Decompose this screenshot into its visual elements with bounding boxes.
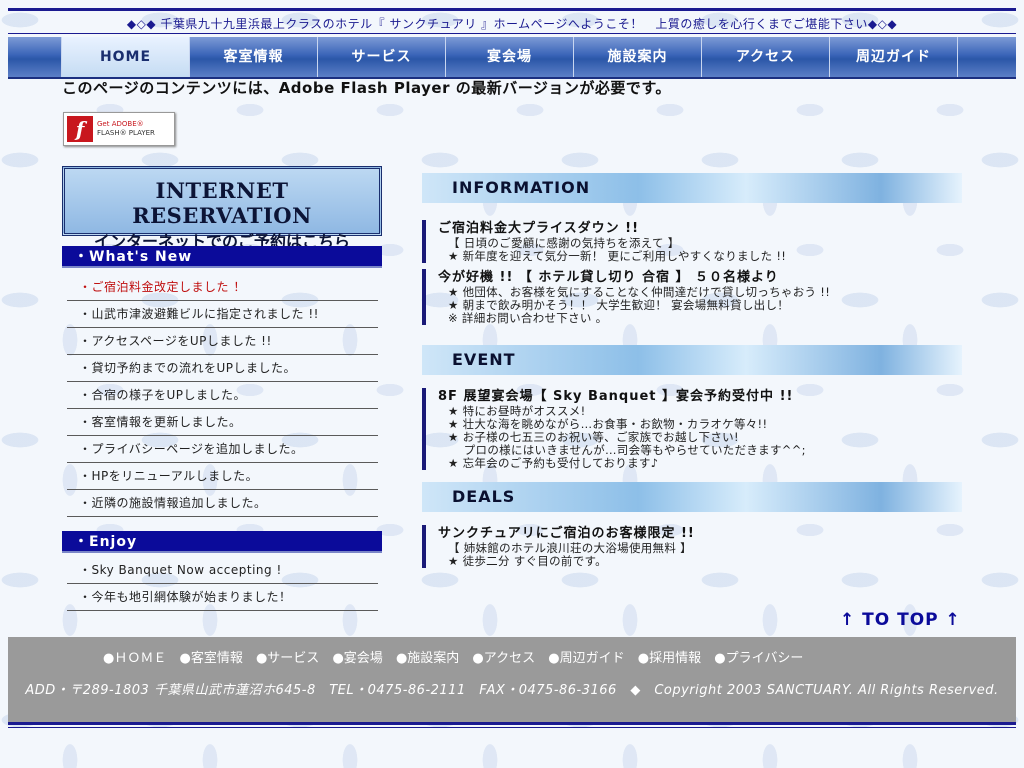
- footer-link-home[interactable]: ●ＨＯＭＥ: [103, 651, 166, 666]
- enjoy-item[interactable]: ・Sky Banquet Now accepting !: [67, 557, 378, 584]
- information-heading: INFORMATION: [422, 173, 962, 203]
- footer-links: ●ＨＯＭＥ ●客室情報 ●サービス ●宴会場 ●施設案内 ●アクセス ●周辺ガイ…: [8, 647, 1016, 666]
- info-entry: ご宿泊料金大プライスダウン !! 【 日頃のご愛顧に感謝の気持ちを添えて 】 ★…: [422, 220, 958, 263]
- footer-link-rooms[interactable]: ●客室情報: [179, 651, 242, 666]
- nav-service[interactable]: サービス: [318, 37, 446, 77]
- deals-entry-line: ★ 徒歩二分 すぐ目の前です。: [448, 554, 607, 568]
- flash-badge-line1: Get ADOBE®: [97, 120, 144, 128]
- nav-rooms[interactable]: 客室情報: [190, 37, 318, 77]
- top-divider: [8, 8, 1016, 11]
- news-item[interactable]: ・HPをリニューアルしました。: [67, 463, 378, 490]
- deals-section: DEALS サンクチュアリにご宿泊のお客様限定 !! 【 姉妹館のホテル浪川荘の…: [422, 482, 962, 568]
- deals-heading: DEALS: [422, 482, 962, 512]
- welcome-message: ◆◇◆ 千葉県九十九里浜最上クラスのホテル『 サンクチュアリ 』ホームページへよ…: [126, 17, 898, 31]
- info-entry-title: ご宿泊料金大プライスダウン !!: [438, 221, 639, 236]
- flash-badge-line2: FLASH® PLAYER: [97, 129, 155, 137]
- whats-new-list: ・ご宿泊料金改定しました ！ ・山武市津波避難ビルに指定されました !! ・アク…: [62, 274, 378, 517]
- footer-link-access[interactable]: ●アクセス: [472, 651, 535, 666]
- news-item[interactable]: ・山武市津波避難ビルに指定されました !!: [67, 301, 378, 328]
- footer-divider: [8, 722, 1016, 725]
- sidebar: ・What's New ・ご宿泊料金改定しました ！ ・山武市津波避難ビルに指定…: [62, 246, 382, 611]
- nav-facilities[interactable]: 施設案内: [574, 37, 702, 77]
- event-entry-line: ★ 忘年会のご予約も受付しております♪: [448, 456, 659, 470]
- news-item[interactable]: ・貸切予約までの流れをUPしました。: [67, 355, 378, 382]
- footer-link-banquet[interactable]: ●宴会場: [332, 651, 382, 666]
- internet-reservation-banner[interactable]: INTERNET RESERVATION インターネットでのご予約はこちら: [62, 166, 382, 251]
- main-nav: HOME 客室情報 サービス 宴会場 施設案内 アクセス 周辺ガイド: [8, 37, 1016, 79]
- flash-logo-icon: f: [67, 116, 93, 142]
- reservation-title-en: INTERNET RESERVATION: [132, 178, 312, 228]
- footer-link-area-guide[interactable]: ●周辺ガイド: [548, 651, 624, 666]
- footer-link-facilities[interactable]: ●施設案内: [396, 651, 459, 666]
- news-item[interactable]: ・近隣の施設情報追加しました。: [67, 490, 378, 517]
- footer-link-privacy[interactable]: ●プライバシー: [714, 651, 803, 666]
- news-item[interactable]: ・アクセスページをUPしました !!: [67, 328, 378, 355]
- deals-entry: サンクチュアリにご宿泊のお客様限定 !! 【 姉妹館のホテル浪川荘の大浴場使用無…: [422, 525, 958, 568]
- event-entry-title: 8F 展望宴会場【 Sky Banquet 】宴会予約受付中 !!: [438, 389, 794, 404]
- footer-address: ADD・〒289-1803 千葉県山武市蓮沼ホ645-8 TEL・0475-86…: [25, 683, 999, 698]
- info-entry-line: ※ 詳細お問い合わせ下さい 。: [448, 311, 608, 325]
- whats-new-heading: ・What's New: [62, 246, 382, 268]
- event-entry: 8F 展望宴会場【 Sky Banquet 】宴会予約受付中 !! ★ 特にお昼…: [422, 388, 958, 470]
- enjoy-heading: ・Enjoy: [62, 531, 382, 553]
- event-section: EVENT 8F 展望宴会場【 Sky Banquet 】宴会予約受付中 !! …: [422, 345, 962, 470]
- footer-link-service[interactable]: ●サービス: [256, 651, 319, 666]
- nav-spacer: [8, 37, 62, 77]
- news-item[interactable]: ・客室情報を更新しました。: [67, 409, 378, 436]
- flash-required-note: このページのコンテンツには、Adobe Flash Player の最新バージョ…: [62, 79, 671, 97]
- top-divider-thin: [8, 33, 1016, 34]
- nav-area-guide[interactable]: 周辺ガイド: [830, 37, 958, 77]
- enjoy-list: ・Sky Banquet Now accepting ! ・今年も地引網体験が始…: [62, 557, 378, 611]
- nav-access[interactable]: アクセス: [702, 37, 830, 77]
- nav-banquet[interactable]: 宴会場: [446, 37, 574, 77]
- flash-badge-text: Get ADOBE® FLASH® PLAYER: [97, 120, 155, 138]
- event-heading: EVENT: [422, 345, 962, 375]
- information-section: INFORMATION ご宿泊料金大プライスダウン !! 【 日頃のご愛顧に感謝…: [422, 173, 962, 325]
- enjoy-item[interactable]: ・今年も地引網体験が始まりました！: [67, 584, 378, 611]
- news-item[interactable]: ・プライバシーページを追加しました。: [67, 436, 378, 463]
- footer-link-recruit[interactable]: ●採用情報: [638, 651, 701, 666]
- get-flash-player-button[interactable]: f Get ADOBE® FLASH® PLAYER: [63, 112, 175, 146]
- info-entry: 今が好機 !! 【 ホテル貸し切り 合宿 】 ５０名様より ★ 他団体、お客様を…: [422, 269, 958, 325]
- nav-home[interactable]: HOME: [62, 37, 190, 77]
- footer-divider-thin: [8, 727, 1016, 728]
- info-entry-title: 今が好機 !! 【 ホテル貸し切り 合宿 】 ５０名様より: [438, 270, 779, 285]
- deals-entry-title: サンクチュアリにご宿泊のお客様限定 !!: [438, 526, 695, 541]
- footer: ●ＨＯＭＥ ●客室情報 ●サービス ●宴会場 ●施設案内 ●アクセス ●周辺ガイ…: [8, 637, 1016, 723]
- news-item[interactable]: ・合宿の様子をUPしました。: [67, 382, 378, 409]
- news-item[interactable]: ・ご宿泊料金改定しました ！: [67, 274, 378, 301]
- info-entry-line: ★ 新年度を迎えて気分一新！ 更にご利用しやすくなりました !!: [448, 249, 787, 263]
- to-top-link[interactable]: ↑ TO TOP ↑: [840, 610, 961, 630]
